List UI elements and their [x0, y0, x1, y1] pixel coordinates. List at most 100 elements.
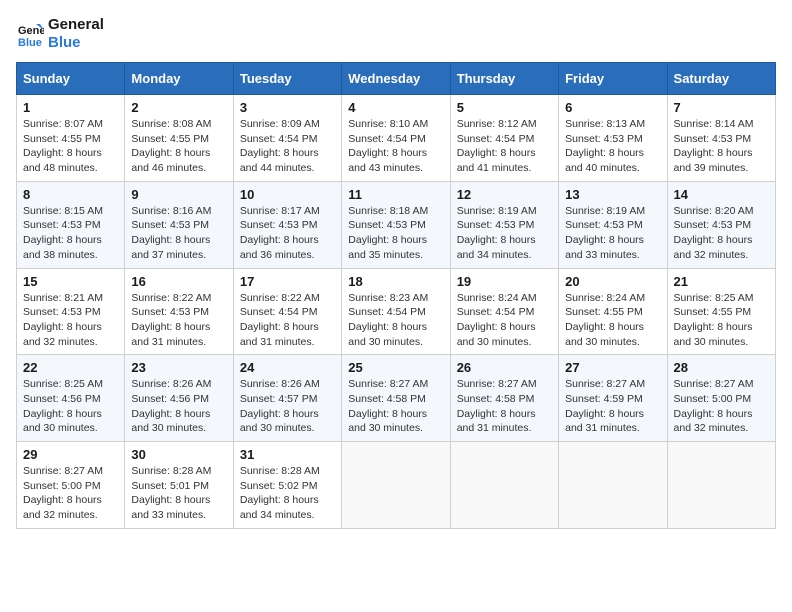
week-row-5: 29 Sunrise: 8:27 AM Sunset: 5:00 PM Dayl…: [17, 442, 776, 529]
day-info: Sunrise: 8:14 AM Sunset: 4:53 PM Dayligh…: [674, 117, 769, 176]
day-number: 5: [457, 100, 552, 115]
calendar-cell: 21 Sunrise: 8:25 AM Sunset: 4:55 PM Dayl…: [667, 268, 775, 355]
day-info: Sunrise: 8:25 AM Sunset: 4:55 PM Dayligh…: [674, 291, 769, 350]
week-row-2: 8 Sunrise: 8:15 AM Sunset: 4:53 PM Dayli…: [17, 181, 776, 268]
day-number: 1: [23, 100, 118, 115]
calendar-cell: [559, 442, 667, 529]
calendar-cell: 29 Sunrise: 8:27 AM Sunset: 5:00 PM Dayl…: [17, 442, 125, 529]
day-number: 28: [674, 360, 769, 375]
calendar-cell: 13 Sunrise: 8:19 AM Sunset: 4:53 PM Dayl…: [559, 181, 667, 268]
day-info: Sunrise: 8:22 AM Sunset: 4:54 PM Dayligh…: [240, 291, 335, 350]
day-info: Sunrise: 8:07 AM Sunset: 4:55 PM Dayligh…: [23, 117, 118, 176]
day-info: Sunrise: 8:17 AM Sunset: 4:53 PM Dayligh…: [240, 204, 335, 263]
calendar-cell: 18 Sunrise: 8:23 AM Sunset: 4:54 PM Dayl…: [342, 268, 450, 355]
calendar-cell: 15 Sunrise: 8:21 AM Sunset: 4:53 PM Dayl…: [17, 268, 125, 355]
calendar-cell: 8 Sunrise: 8:15 AM Sunset: 4:53 PM Dayli…: [17, 181, 125, 268]
day-number: 3: [240, 100, 335, 115]
calendar-cell: 17 Sunrise: 8:22 AM Sunset: 4:54 PM Dayl…: [233, 268, 341, 355]
calendar-cell: 6 Sunrise: 8:13 AM Sunset: 4:53 PM Dayli…: [559, 95, 667, 182]
day-number: 11: [348, 187, 443, 202]
day-info: Sunrise: 8:20 AM Sunset: 4:53 PM Dayligh…: [674, 204, 769, 263]
day-number: 7: [674, 100, 769, 115]
day-info: Sunrise: 8:13 AM Sunset: 4:53 PM Dayligh…: [565, 117, 660, 176]
day-info: Sunrise: 8:27 AM Sunset: 4:59 PM Dayligh…: [565, 377, 660, 436]
day-info: Sunrise: 8:28 AM Sunset: 5:02 PM Dayligh…: [240, 464, 335, 523]
day-number: 21: [674, 274, 769, 289]
day-number: 29: [23, 447, 118, 462]
calendar-cell: 12 Sunrise: 8:19 AM Sunset: 4:53 PM Dayl…: [450, 181, 558, 268]
calendar-cell: 9 Sunrise: 8:16 AM Sunset: 4:53 PM Dayli…: [125, 181, 233, 268]
calendar-cell: 5 Sunrise: 8:12 AM Sunset: 4:54 PM Dayli…: [450, 95, 558, 182]
day-number: 22: [23, 360, 118, 375]
day-info: Sunrise: 8:09 AM Sunset: 4:54 PM Dayligh…: [240, 117, 335, 176]
day-number: 19: [457, 274, 552, 289]
day-info: Sunrise: 8:25 AM Sunset: 4:56 PM Dayligh…: [23, 377, 118, 436]
calendar-cell: 2 Sunrise: 8:08 AM Sunset: 4:55 PM Dayli…: [125, 95, 233, 182]
day-info: Sunrise: 8:26 AM Sunset: 4:57 PM Dayligh…: [240, 377, 335, 436]
day-info: Sunrise: 8:15 AM Sunset: 4:53 PM Dayligh…: [23, 204, 118, 263]
col-header-monday: Monday: [125, 63, 233, 95]
calendar-cell: 22 Sunrise: 8:25 AM Sunset: 4:56 PM Dayl…: [17, 355, 125, 442]
day-number: 8: [23, 187, 118, 202]
day-info: Sunrise: 8:18 AM Sunset: 4:53 PM Dayligh…: [348, 204, 443, 263]
col-header-friday: Friday: [559, 63, 667, 95]
day-number: 31: [240, 447, 335, 462]
calendar-cell: 23 Sunrise: 8:26 AM Sunset: 4:56 PM Dayl…: [125, 355, 233, 442]
calendar-cell: [667, 442, 775, 529]
day-info: Sunrise: 8:16 AM Sunset: 4:53 PM Dayligh…: [131, 204, 226, 263]
day-info: Sunrise: 8:22 AM Sunset: 4:53 PM Dayligh…: [131, 291, 226, 350]
day-number: 9: [131, 187, 226, 202]
day-info: Sunrise: 8:24 AM Sunset: 4:54 PM Dayligh…: [457, 291, 552, 350]
calendar-cell: 1 Sunrise: 8:07 AM Sunset: 4:55 PM Dayli…: [17, 95, 125, 182]
day-number: 27: [565, 360, 660, 375]
calendar-cell: 16 Sunrise: 8:22 AM Sunset: 4:53 PM Dayl…: [125, 268, 233, 355]
day-number: 24: [240, 360, 335, 375]
calendar-cell: 4 Sunrise: 8:10 AM Sunset: 4:54 PM Dayli…: [342, 95, 450, 182]
col-header-saturday: Saturday: [667, 63, 775, 95]
day-info: Sunrise: 8:27 AM Sunset: 5:00 PM Dayligh…: [674, 377, 769, 436]
day-number: 15: [23, 274, 118, 289]
logo-icon: General Blue: [16, 20, 44, 48]
col-header-tuesday: Tuesday: [233, 63, 341, 95]
day-info: Sunrise: 8:27 AM Sunset: 4:58 PM Dayligh…: [457, 377, 552, 436]
day-info: Sunrise: 8:10 AM Sunset: 4:54 PM Dayligh…: [348, 117, 443, 176]
calendar-cell: 26 Sunrise: 8:27 AM Sunset: 4:58 PM Dayl…: [450, 355, 558, 442]
week-row-4: 22 Sunrise: 8:25 AM Sunset: 4:56 PM Dayl…: [17, 355, 776, 442]
calendar-cell: 11 Sunrise: 8:18 AM Sunset: 4:53 PM Dayl…: [342, 181, 450, 268]
col-header-thursday: Thursday: [450, 63, 558, 95]
svg-text:Blue: Blue: [18, 37, 42, 48]
day-info: Sunrise: 8:21 AM Sunset: 4:53 PM Dayligh…: [23, 291, 118, 350]
day-number: 14: [674, 187, 769, 202]
logo-line1: General: [48, 16, 104, 34]
calendar-cell: 25 Sunrise: 8:27 AM Sunset: 4:58 PM Dayl…: [342, 355, 450, 442]
page-header: General Blue General Blue: [16, 16, 776, 52]
calendar-cell: [342, 442, 450, 529]
calendar-cell: 10 Sunrise: 8:17 AM Sunset: 4:53 PM Dayl…: [233, 181, 341, 268]
day-number: 16: [131, 274, 226, 289]
day-number: 18: [348, 274, 443, 289]
col-header-sunday: Sunday: [17, 63, 125, 95]
week-row-1: 1 Sunrise: 8:07 AM Sunset: 4:55 PM Dayli…: [17, 95, 776, 182]
day-info: Sunrise: 8:12 AM Sunset: 4:54 PM Dayligh…: [457, 117, 552, 176]
calendar-cell: 27 Sunrise: 8:27 AM Sunset: 4:59 PM Dayl…: [559, 355, 667, 442]
day-number: 23: [131, 360, 226, 375]
calendar-cell: [450, 442, 558, 529]
day-number: 4: [348, 100, 443, 115]
logo-line2: Blue: [48, 34, 104, 52]
calendar-table: SundayMondayTuesdayWednesdayThursdayFrid…: [16, 62, 776, 529]
day-number: 26: [457, 360, 552, 375]
calendar-header-row: SundayMondayTuesdayWednesdayThursdayFrid…: [17, 63, 776, 95]
day-number: 2: [131, 100, 226, 115]
week-row-3: 15 Sunrise: 8:21 AM Sunset: 4:53 PM Dayl…: [17, 268, 776, 355]
calendar-cell: 30 Sunrise: 8:28 AM Sunset: 5:01 PM Dayl…: [125, 442, 233, 529]
day-number: 25: [348, 360, 443, 375]
logo: General Blue General Blue: [16, 16, 104, 52]
day-info: Sunrise: 8:27 AM Sunset: 4:58 PM Dayligh…: [348, 377, 443, 436]
day-number: 6: [565, 100, 660, 115]
day-info: Sunrise: 8:19 AM Sunset: 4:53 PM Dayligh…: [565, 204, 660, 263]
day-number: 13: [565, 187, 660, 202]
day-info: Sunrise: 8:24 AM Sunset: 4:55 PM Dayligh…: [565, 291, 660, 350]
calendar-cell: 28 Sunrise: 8:27 AM Sunset: 5:00 PM Dayl…: [667, 355, 775, 442]
calendar-cell: 19 Sunrise: 8:24 AM Sunset: 4:54 PM Dayl…: [450, 268, 558, 355]
calendar-cell: 24 Sunrise: 8:26 AM Sunset: 4:57 PM Dayl…: [233, 355, 341, 442]
